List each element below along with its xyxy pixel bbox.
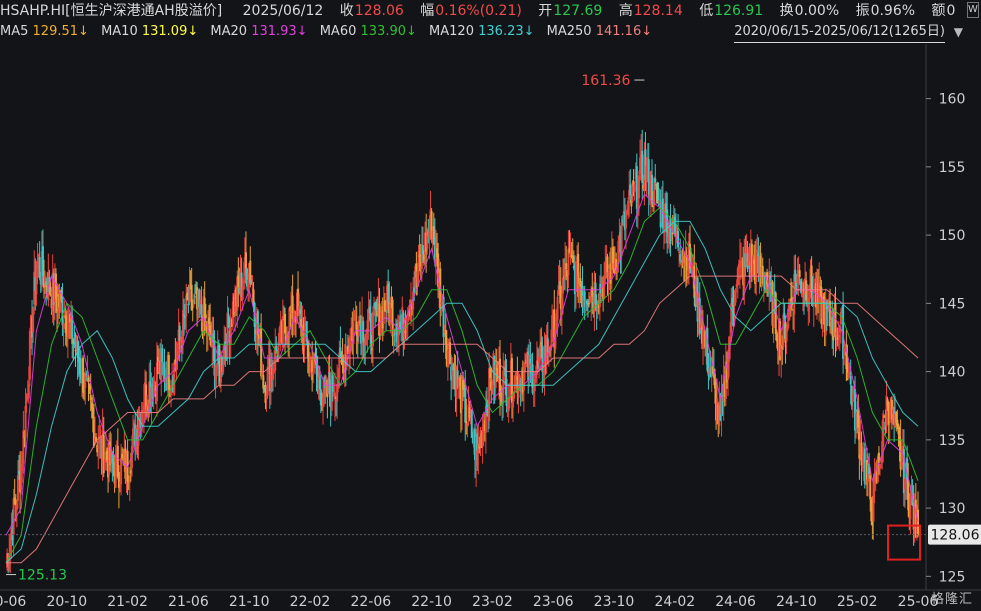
candle-body — [565, 263, 568, 270]
x-tick-label: 24-10 — [776, 594, 817, 610]
candle-body — [193, 296, 196, 298]
min-annotation-label: 125.13 — [18, 568, 67, 584]
candle-body — [839, 311, 842, 325]
candle-body — [191, 307, 194, 309]
candle-body — [917, 509, 919, 536]
watermark-logo: 格隆汇 — [930, 592, 973, 607]
y-tick-label: 130 — [939, 501, 966, 517]
candle-body — [620, 222, 623, 257]
candle-body — [849, 376, 852, 385]
candle-body — [161, 348, 164, 363]
x-tick-label: 23-02 — [472, 594, 513, 610]
candle-body — [556, 296, 559, 321]
x-tick-label: 21-06 — [168, 594, 209, 610]
candle-body — [583, 291, 586, 301]
candle-body — [505, 378, 508, 406]
x-tick-label: 21-02 — [107, 594, 148, 610]
x-tick-label: 25-02 — [837, 594, 878, 610]
candle-body — [869, 475, 872, 500]
x-tick-label: 22-02 — [290, 594, 331, 610]
candle-body — [629, 184, 632, 196]
y-tick-label: 150 — [939, 228, 966, 244]
candle-body — [624, 212, 627, 229]
y-tick-label: 140 — [939, 365, 966, 381]
candle-body — [244, 252, 247, 269]
y-tick-label: 145 — [939, 296, 966, 312]
candle-body — [798, 270, 801, 278]
last-price-label: 128.06 — [931, 528, 980, 544]
y-tick-label: 125 — [939, 569, 966, 585]
x-tick-label: 22-10 — [411, 594, 452, 610]
y-tick-label: 135 — [939, 433, 966, 449]
x-tick-label: 20-10 — [46, 594, 87, 610]
max-annotation-label: 161.36 — [581, 73, 630, 89]
x-tick-label: 24-06 — [715, 594, 756, 610]
y-tick-label: 155 — [939, 160, 966, 176]
candle-body — [204, 314, 207, 319]
candle-body — [222, 365, 225, 373]
candle-body — [27, 384, 30, 399]
candle-body — [633, 184, 636, 192]
x-tick-label: 23-06 — [533, 594, 574, 610]
candle-body — [588, 302, 591, 305]
candle-body — [734, 291, 737, 303]
candle-body — [62, 323, 65, 330]
x-tick-label: 20-06 — [0, 594, 26, 610]
candle-body — [281, 316, 284, 348]
y-tick-label: 160 — [939, 92, 966, 108]
candle-body — [512, 401, 515, 408]
candle-body — [654, 178, 657, 183]
candle-body — [812, 294, 815, 307]
candle-body — [49, 287, 52, 295]
x-tick-label: 21-10 — [229, 594, 270, 610]
x-tick-label: 22-06 — [350, 594, 391, 610]
x-tick-label: 23-10 — [594, 594, 635, 610]
kline-chart[interactable]: 125 130 135 140 145 150 155 160 20-06 20-10 21-02 2… — [0, 0, 981, 611]
x-tick-label: 24-02 — [654, 594, 695, 610]
